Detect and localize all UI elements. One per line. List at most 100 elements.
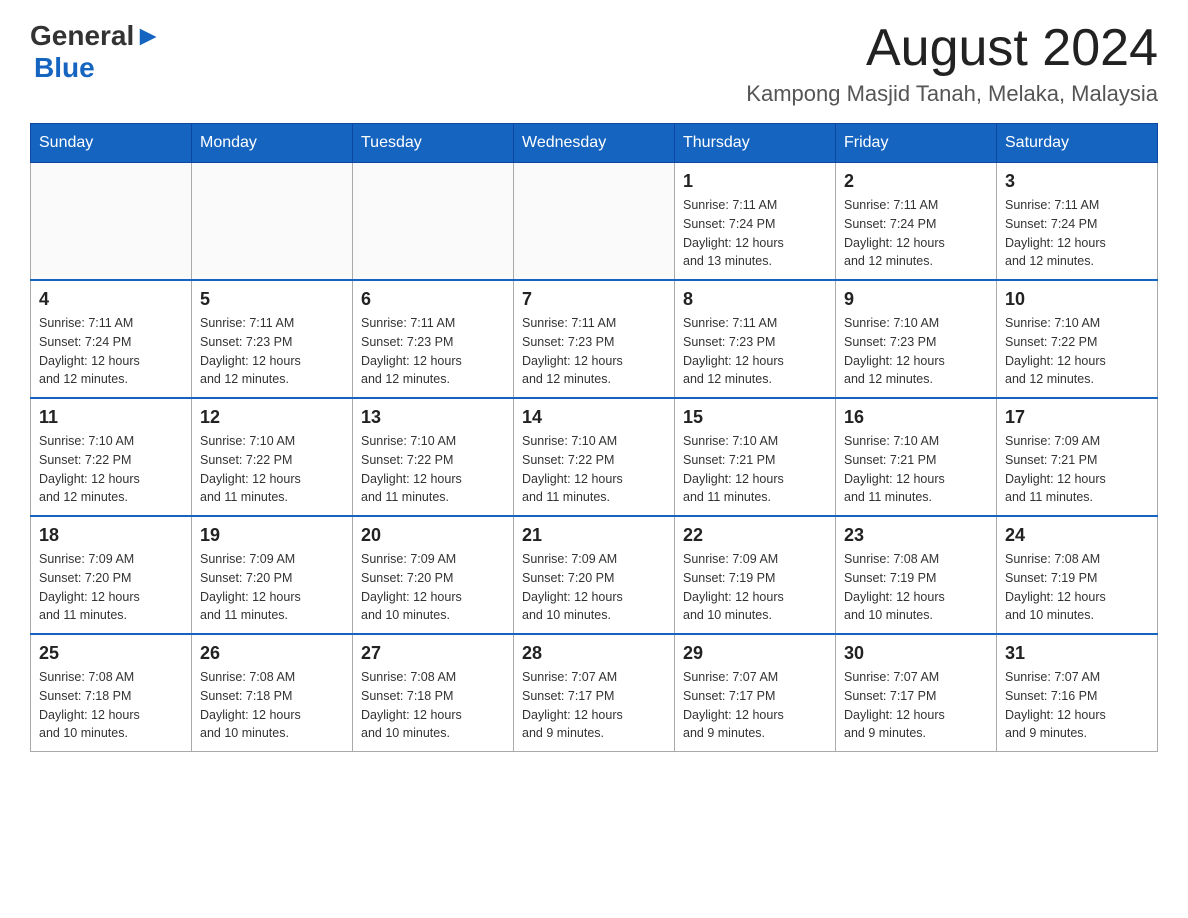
day-info: Sunrise: 7:11 AMSunset: 7:24 PMDaylight:… — [683, 196, 827, 271]
day-number: 10 — [1005, 289, 1149, 310]
calendar-cell: 2Sunrise: 7:11 AMSunset: 7:24 PMDaylight… — [836, 163, 997, 281]
calendar-cell: 13Sunrise: 7:10 AMSunset: 7:22 PMDayligh… — [353, 398, 514, 516]
day-number: 19 — [200, 525, 344, 546]
day-number: 9 — [844, 289, 988, 310]
day-number: 8 — [683, 289, 827, 310]
day-number: 11 — [39, 407, 183, 428]
day-info: Sunrise: 7:10 AMSunset: 7:22 PMDaylight:… — [522, 432, 666, 507]
day-number: 7 — [522, 289, 666, 310]
day-info: Sunrise: 7:09 AMSunset: 7:20 PMDaylight:… — [39, 550, 183, 625]
calendar-cell: 29Sunrise: 7:07 AMSunset: 7:17 PMDayligh… — [675, 634, 836, 752]
day-number: 6 — [361, 289, 505, 310]
day-number: 12 — [200, 407, 344, 428]
day-number: 27 — [361, 643, 505, 664]
weekday-header-monday: Monday — [192, 124, 353, 163]
calendar-table: SundayMondayTuesdayWednesdayThursdayFrid… — [30, 123, 1158, 752]
day-info: Sunrise: 7:09 AMSunset: 7:20 PMDaylight:… — [361, 550, 505, 625]
calendar-week-row: 1 Sunrise: 7:11 AMSunset: 7:24 PMDaylight… — [31, 163, 1158, 281]
calendar-cell: 31 Sunrise: 7:07 AMSunset: 7:16 PMDayligh… — [997, 634, 1158, 752]
month-title: August 2024 — [746, 20, 1158, 77]
day-number: 1 — [683, 171, 827, 192]
calendar-week-row: 11 Sunrise: 7:10 AMSunset: 7:22 PMDayligh… — [31, 398, 1158, 516]
calendar-cell: 11 Sunrise: 7:10 AMSunset: 7:22 PMDayligh… — [31, 398, 192, 516]
day-info: Sunrise: 7:09 AMSunset: 7:19 PMDaylight:… — [683, 550, 827, 625]
calendar-week-row: 25 Sunrise: 7:08 AMSunset: 7:18 PMDayligh… — [31, 634, 1158, 752]
day-number: 26 — [200, 643, 344, 664]
day-info: Sunrise: 7:08 AMSunset: 7:18 PMDaylight:… — [39, 668, 183, 743]
logo: General ► Blue — [30, 20, 162, 84]
calendar-cell: 19 Sunrise: 7:09 AMSunset: 7:20 PMDayligh… — [192, 516, 353, 634]
day-number: 15 — [683, 407, 827, 428]
calendar-cell: 20 Sunrise: 7:09 AMSunset: 7:20 PMDayligh… — [353, 516, 514, 634]
day-number: 4 — [39, 289, 183, 310]
calendar-cell: 23 Sunrise: 7:08 AMSunset: 7:19 PMDayligh… — [836, 516, 997, 634]
calendar-cell: 6 Sunrise: 7:11 AMSunset: 7:23 PMDaylight… — [353, 280, 514, 398]
day-info: Sunrise: 7:11 AMSunset: 7:23 PMDaylight:… — [522, 314, 666, 389]
calendar-cell: 3Sunrise: 7:11 AMSunset: 7:24 PMDaylight… — [997, 163, 1158, 281]
weekday-header-tuesday: Tuesday — [353, 124, 514, 163]
logo-arrow-icon: ► — [134, 20, 162, 52]
day-number: 5 — [200, 289, 344, 310]
day-info: Sunrise: 7:07 AMSunset: 7:16 PMDaylight:… — [1005, 668, 1149, 743]
day-number: 30 — [844, 643, 988, 664]
day-info: Sunrise: 7:09 AMSunset: 7:20 PMDaylight:… — [200, 550, 344, 625]
weekday-header-sunday: Sunday — [31, 124, 192, 163]
calendar-cell: 7 Sunrise: 7:11 AMSunset: 7:23 PMDaylight… — [514, 280, 675, 398]
calendar-cell: 17Sunrise: 7:09 AMSunset: 7:21 PMDayligh… — [997, 398, 1158, 516]
day-number: 14 — [522, 407, 666, 428]
calendar-cell: 18 Sunrise: 7:09 AMSunset: 7:20 PMDayligh… — [31, 516, 192, 634]
title-section: August 2024 Kampong Masjid Tanah, Melaka… — [746, 20, 1158, 107]
page-header: General ► Blue August 2024 Kampong Masji… — [30, 20, 1158, 107]
day-info: Sunrise: 7:07 AMSunset: 7:17 PMDaylight:… — [683, 668, 827, 743]
calendar-cell: 4Sunrise: 7:11 AMSunset: 7:24 PMDaylight… — [31, 280, 192, 398]
day-info: Sunrise: 7:10 AMSunset: 7:22 PMDaylight:… — [39, 432, 183, 507]
day-info: Sunrise: 7:11 AMSunset: 7:23 PMDaylight:… — [200, 314, 344, 389]
weekday-header-wednesday: Wednesday — [514, 124, 675, 163]
calendar-cell: 16Sunrise: 7:10 AMSunset: 7:21 PMDayligh… — [836, 398, 997, 516]
calendar-cell: 9Sunrise: 7:10 AMSunset: 7:23 PMDaylight… — [836, 280, 997, 398]
day-number: 18 — [39, 525, 183, 546]
day-number: 20 — [361, 525, 505, 546]
day-number: 13 — [361, 407, 505, 428]
calendar-cell: 24 Sunrise: 7:08 AMSunset: 7:19 PMDayligh… — [997, 516, 1158, 634]
calendar-cell — [31, 163, 192, 281]
location-subtitle: Kampong Masjid Tanah, Melaka, Malaysia — [746, 81, 1158, 107]
calendar-cell: 1 Sunrise: 7:11 AMSunset: 7:24 PMDaylight… — [675, 163, 836, 281]
calendar-cell: 26 Sunrise: 7:08 AMSunset: 7:18 PMDayligh… — [192, 634, 353, 752]
day-number: 24 — [1005, 525, 1149, 546]
day-number: 28 — [522, 643, 666, 664]
calendar-cell — [192, 163, 353, 281]
day-number: 22 — [683, 525, 827, 546]
day-number: 21 — [522, 525, 666, 546]
weekday-header-thursday: Thursday — [675, 124, 836, 163]
calendar-cell: 8 Sunrise: 7:11 AMSunset: 7:23 PMDaylight… — [675, 280, 836, 398]
day-info: Sunrise: 7:08 AMSunset: 7:19 PMDaylight:… — [844, 550, 988, 625]
calendar-cell: 22 Sunrise: 7:09 AMSunset: 7:19 PMDayligh… — [675, 516, 836, 634]
calendar-cell: 5 Sunrise: 7:11 AMSunset: 7:23 PMDaylight… — [192, 280, 353, 398]
day-info: Sunrise: 7:11 AMSunset: 7:23 PMDaylight:… — [361, 314, 505, 389]
day-number: 23 — [844, 525, 988, 546]
calendar-cell: 10 Sunrise: 7:10 AMSunset: 7:22 PMDayligh… — [997, 280, 1158, 398]
day-number: 25 — [39, 643, 183, 664]
day-info: Sunrise: 7:07 AMSunset: 7:17 PMDaylight:… — [522, 668, 666, 743]
logo-blue-text: Blue — [34, 52, 95, 84]
calendar-cell: 12Sunrise: 7:10 AMSunset: 7:22 PMDayligh… — [192, 398, 353, 516]
day-number: 16 — [844, 407, 988, 428]
day-info: Sunrise: 7:08 AMSunset: 7:18 PMDaylight:… — [361, 668, 505, 743]
weekday-header-friday: Friday — [836, 124, 997, 163]
calendar-cell — [514, 163, 675, 281]
calendar-cell — [353, 163, 514, 281]
calendar-cell: 14 Sunrise: 7:10 AMSunset: 7:22 PMDayligh… — [514, 398, 675, 516]
day-number: 31 — [1005, 643, 1149, 664]
calendar-cell: 15Sunrise: 7:10 AMSunset: 7:21 PMDayligh… — [675, 398, 836, 516]
day-number: 3 — [1005, 171, 1149, 192]
weekday-header-row: SundayMondayTuesdayWednesdayThursdayFrid… — [31, 124, 1158, 163]
day-info: Sunrise: 7:08 AMSunset: 7:19 PMDaylight:… — [1005, 550, 1149, 625]
day-info: Sunrise: 7:11 AMSunset: 7:23 PMDaylight:… — [683, 314, 827, 389]
day-info: Sunrise: 7:07 AMSunset: 7:17 PMDaylight:… — [844, 668, 988, 743]
day-info: Sunrise: 7:10 AMSunset: 7:22 PMDaylight:… — [1005, 314, 1149, 389]
day-number: 17 — [1005, 407, 1149, 428]
day-info: Sunrise: 7:08 AMSunset: 7:18 PMDaylight:… — [200, 668, 344, 743]
calendar-cell: 27 Sunrise: 7:08 AMSunset: 7:18 PMDayligh… — [353, 634, 514, 752]
calendar-week-row: 4Sunrise: 7:11 AMSunset: 7:24 PMDaylight… — [31, 280, 1158, 398]
